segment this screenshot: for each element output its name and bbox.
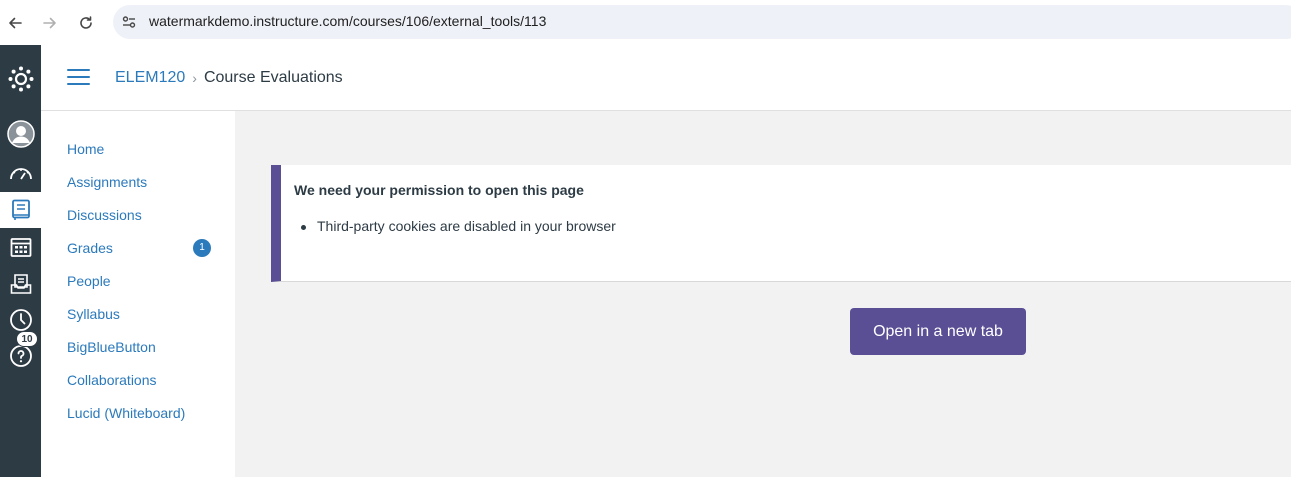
back-button[interactable] (4, 12, 26, 34)
course-nav-home[interactable]: Home (67, 141, 104, 157)
course-navigation: Home Assignments Discussions Grades 1 Pe… (41, 111, 235, 477)
reload-icon (80, 16, 92, 29)
hamburger-menu-button[interactable] (67, 69, 90, 87)
account-avatar-icon (6, 120, 35, 148)
courses-icon (11, 199, 30, 220)
courses-link[interactable] (0, 192, 41, 228)
course-nav-discussions[interactable]: Discussions (67, 207, 142, 223)
site-settings-icon[interactable] (121, 14, 137, 30)
course-nav-collaborations[interactable]: Collaborations (67, 372, 157, 388)
hamburger-line (67, 83, 90, 85)
reload-button[interactable] (75, 12, 97, 34)
breadcrumb-separator: › (192, 70, 197, 86)
hamburger-line (67, 76, 90, 78)
permission-alert: We need your permission to open this pag… (271, 165, 1291, 282)
breadcrumb: ELEM120 › Course Evaluations (115, 69, 343, 87)
help-count-badge: 10 (16, 331, 38, 347)
course-nav-assignments[interactable]: Assignments (67, 174, 147, 190)
address-bar[interactable]: watermarkdemo.instructure.com/courses/10… (113, 5, 1291, 39)
canvas-logo-link[interactable] (0, 61, 41, 97)
course-nav-grades[interactable]: Grades (67, 240, 113, 256)
dashboard-link[interactable] (0, 155, 41, 191)
help-link[interactable]: 10 (0, 331, 41, 374)
inbox-link[interactable] (0, 266, 41, 302)
calendar-link[interactable] (0, 229, 41, 265)
course-nav-bigbluebutton[interactable]: BigBlueButton (67, 339, 156, 355)
alert-title: We need your permission to open this pag… (294, 182, 584, 198)
clock-icon (9, 309, 32, 331)
canvas-logo-icon (8, 66, 33, 92)
arrow-left-icon (9, 17, 22, 29)
url-text[interactable]: watermarkdemo.instructure.com/courses/10… (149, 13, 546, 29)
global-navigation: 10 (0, 45, 41, 477)
inbox-icon (10, 274, 31, 294)
main-content: We need your permission to open this pag… (235, 111, 1291, 477)
dashboard-icon (9, 168, 32, 180)
course-header: ELEM120 › Course Evaluations (41, 45, 1291, 111)
calendar-icon (10, 238, 31, 257)
alert-list: Third-party cookies are disabled in your… (294, 218, 616, 234)
arrow-right-icon (43, 17, 56, 29)
account-link[interactable] (0, 116, 41, 152)
browser-toolbar: watermarkdemo.instructure.com/courses/10… (0, 0, 1291, 45)
breadcrumb-current-page: Course Evaluations (203, 69, 343, 86)
hamburger-line (67, 69, 90, 71)
forward-button[interactable] (39, 12, 61, 34)
grades-count-badge: 1 (193, 239, 211, 257)
breadcrumb-course-link[interactable]: ELEM120 (115, 69, 185, 87)
open-in-new-tab-button[interactable]: Open in a new tab (850, 308, 1026, 355)
course-nav-people[interactable]: People (67, 273, 111, 289)
alert-list-item: Third-party cookies are disabled in your… (294, 218, 616, 234)
course-nav-syllabus[interactable]: Syllabus (67, 306, 120, 322)
course-nav-lucid-whiteboard[interactable]: Lucid (Whiteboard) (67, 405, 185, 421)
